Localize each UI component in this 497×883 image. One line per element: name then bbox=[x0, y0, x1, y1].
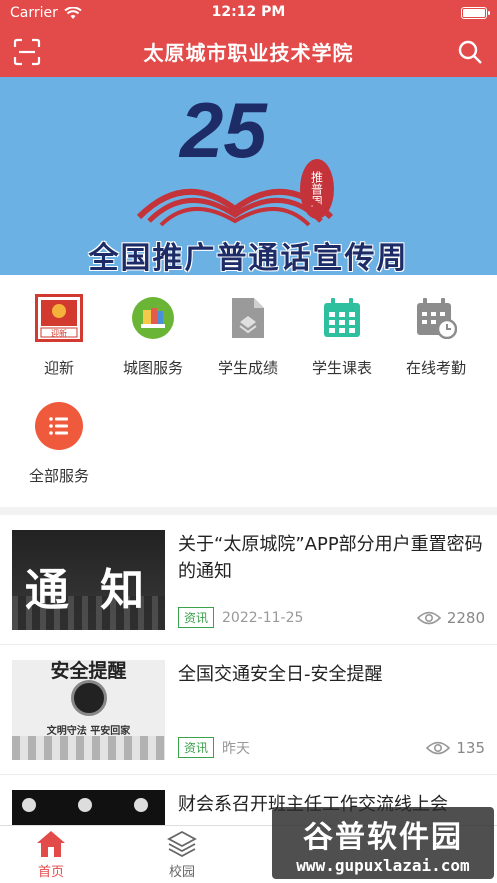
open-book-icon bbox=[136, 188, 334, 227]
status-bar: Carrier 12:12 PM bbox=[0, 0, 497, 26]
home-icon bbox=[37, 831, 65, 857]
service-welcome[interactable]: 迎新 迎新 bbox=[11, 293, 107, 378]
timetable-icon bbox=[317, 293, 367, 343]
news-title: 关于“太原城院”APP部分用户重置密码的通知 bbox=[178, 534, 483, 582]
service-label: 学生成绩 bbox=[217, 359, 278, 377]
service-label: 学生课表 bbox=[311, 359, 372, 377]
service-library[interactable]: 城图服务 bbox=[105, 293, 201, 378]
news-item[interactable]: 通 知 关于“太原城院”APP部分用户重置密码的通知 资讯 2022-11-25… bbox=[0, 515, 497, 645]
all-services-icon bbox=[34, 401, 84, 451]
watermark-title: 谷普软件园 bbox=[303, 819, 463, 855]
news-list: 通 知 关于“太原城院”APP部分用户重置密码的通知 资讯 2022-11-25… bbox=[0, 515, 497, 825]
attendance-icon bbox=[411, 293, 461, 343]
app-header: Carrier 12:12 PM 太原城市职业技术学院 bbox=[0, 0, 497, 77]
scan-button[interactable] bbox=[12, 37, 42, 67]
search-button[interactable] bbox=[455, 37, 485, 67]
news-date: 昨天 bbox=[222, 740, 251, 757]
carrier-label: Carrier bbox=[10, 5, 58, 21]
tab-label: 校园 bbox=[168, 865, 195, 880]
service-attendance[interactable]: 在线考勤 bbox=[388, 293, 484, 378]
service-timetable[interactable]: 学生课表 bbox=[294, 293, 390, 378]
promo-banner[interactable]: 25 推普周 全国推广普通话宣传周 bbox=[0, 77, 497, 275]
battery-icon bbox=[461, 7, 490, 19]
news-tag: 资讯 bbox=[178, 737, 215, 758]
page-title: 太原城市职业技术学院 bbox=[143, 41, 354, 65]
library-icon bbox=[128, 293, 178, 343]
news-thumbnail: 安全提醒 文明守法 平安回家 bbox=[12, 660, 165, 760]
service-grades[interactable]: 学生成绩 bbox=[200, 293, 296, 378]
wifi-icon bbox=[64, 6, 82, 19]
tab-label: 首页 bbox=[37, 865, 64, 880]
news-date: 2022-11-25 bbox=[222, 609, 304, 626]
scan-icon bbox=[13, 38, 41, 65]
tab-campus[interactable]: 校园 bbox=[142, 830, 222, 880]
eye-icon bbox=[426, 741, 451, 754]
watermark-url: www.gupuxlazai.com bbox=[296, 855, 470, 875]
service-all[interactable]: 全部服务 bbox=[11, 401, 107, 486]
news-thumbnail bbox=[12, 790, 165, 825]
news-title: 全国交通安全日-安全提醒 bbox=[178, 664, 383, 685]
welcome-icon: 迎新 bbox=[34, 293, 84, 343]
services-grid: 迎新 迎新 城图服务 学生成绩 学生课表 在线考勤 全部服务 bbox=[0, 275, 497, 507]
campus-layers-icon bbox=[167, 830, 197, 858]
news-views: 2280 bbox=[446, 608, 485, 627]
service-label: 全部服务 bbox=[28, 467, 89, 485]
status-time: 12:12 PM bbox=[211, 4, 286, 20]
service-label: 城图服务 bbox=[122, 359, 183, 377]
watermark: 谷普软件园 www.gupuxlazai.com bbox=[272, 807, 494, 879]
news-item[interactable]: 安全提醒 文明守法 平安回家 全国交通安全日-安全提醒 资讯 昨天 135 bbox=[0, 645, 497, 775]
banner-caption: 全国推广普通话宣传周 bbox=[88, 241, 409, 275]
grades-icon bbox=[223, 293, 273, 343]
news-thumbnail: 通 知 bbox=[12, 530, 165, 630]
news-tag: 资讯 bbox=[178, 607, 215, 628]
tab-home[interactable]: 首页 bbox=[11, 830, 91, 880]
search-icon bbox=[458, 40, 482, 64]
service-label: 迎新 bbox=[43, 359, 74, 377]
news-views: 135 bbox=[456, 738, 485, 757]
service-label: 在线考勤 bbox=[405, 359, 466, 377]
banner-number: 25 bbox=[180, 86, 267, 174]
eye-icon bbox=[416, 611, 441, 624]
